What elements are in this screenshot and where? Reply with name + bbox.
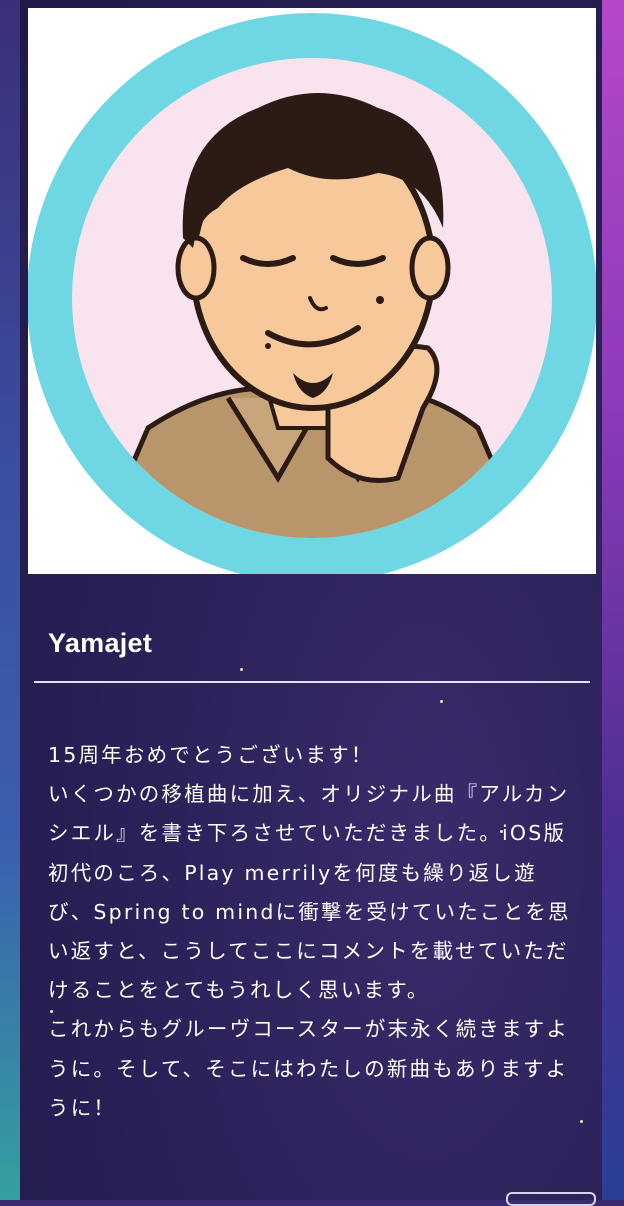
portrait-illustration-icon: [28, 13, 596, 574]
name-divider: [34, 681, 590, 683]
sparkle-icon: [580, 1120, 583, 1123]
sparkle-icon: [440, 700, 443, 703]
comment-paragraph: これからもグルーヴコースターが末永く続きますように。そして、そこにはわたしの新曲…: [48, 1017, 570, 1120]
comment-body: 15周年おめでとうございます！ いくつかの移植曲に加え、オリジナル曲『アルカンシ…: [48, 736, 578, 1128]
left-side-background: [0, 0, 20, 1200]
sparkle-icon: [240, 668, 243, 671]
right-side-background: [602, 0, 624, 1200]
avatar-frame: [28, 8, 596, 574]
comment-paragraph: 15周年おめでとうございます！: [48, 743, 374, 767]
next-button[interactable]: [506, 1192, 596, 1206]
comment-paragraph: いくつかの移植曲に加え、オリジナル曲『アルカンシエル』を書き下ろさせていただきま…: [48, 782, 571, 1003]
profile-name: Yamajet: [48, 628, 153, 658]
